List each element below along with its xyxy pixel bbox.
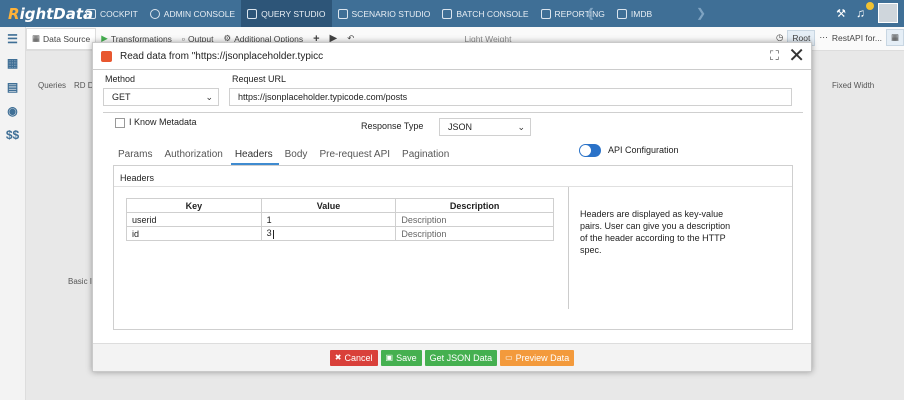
gear-icon bbox=[149, 8, 160, 19]
headers-table: Key Value Description userid 1 Descripti… bbox=[126, 198, 554, 241]
app-logo[interactable]: RightData bbox=[0, 5, 93, 23]
value-input[interactable]: 1 bbox=[260, 212, 397, 227]
tab-pagination[interactable]: Pagination bbox=[402, 149, 455, 165]
column-header-description: Description bbox=[395, 198, 554, 213]
monitor-icon: ▭ bbox=[505, 353, 513, 362]
tab-body[interactable]: Body bbox=[285, 149, 314, 165]
api-configuration-label: API Configuration bbox=[608, 145, 679, 155]
request-url-label: Request URL bbox=[232, 74, 287, 84]
tab-authorization[interactable]: Authorization bbox=[164, 149, 228, 165]
menu-icon[interactable]: ☰ bbox=[0, 27, 25, 51]
nav-batch-console[interactable]: BATCH CONSOLE bbox=[436, 0, 534, 27]
method-label: Method bbox=[105, 74, 136, 84]
request-url-input[interactable]: https://jsonplaceholder.typicode.com/pos… bbox=[229, 88, 792, 106]
globe-icon[interactable]: ◉ bbox=[0, 99, 25, 123]
know-metadata-checkbox[interactable] bbox=[115, 118, 125, 128]
top-nav: RightData COCKPIT ADMIN CONSOLE QUERY ST… bbox=[0, 0, 904, 27]
response-type-label: Response Type bbox=[361, 121, 424, 131]
headers-panel: Headers Key Value Description userid 1 D… bbox=[113, 165, 793, 330]
notification-badge bbox=[866, 2, 874, 10]
dialog-footer: ✖ Cancel ▣ Save Get JSON Data ▭ Preview Dat… bbox=[93, 343, 811, 371]
batch-icon bbox=[442, 8, 453, 19]
cancel-button[interactable]: ✖ Cancel bbox=[329, 349, 378, 366]
divider bbox=[114, 186, 792, 187]
chevron-right-icon[interactable]: ❯ bbox=[696, 6, 706, 20]
panel-icon[interactable]: ▦ bbox=[885, 29, 904, 46]
save-icon: ▣ bbox=[385, 353, 394, 362]
datasource-icon: ▦ bbox=[32, 33, 41, 43]
vertical-divider bbox=[568, 187, 569, 309]
headers-title: Headers bbox=[120, 173, 155, 183]
table-row: id 3 Description bbox=[126, 226, 554, 241]
chevron-down-icon: ⌄ bbox=[517, 122, 525, 132]
tab-params[interactable]: Params bbox=[118, 149, 158, 165]
key-input[interactable]: id bbox=[126, 226, 262, 241]
dollar-icon[interactable]: $$ bbox=[0, 123, 25, 147]
nav-cockpit[interactable]: COCKPIT bbox=[80, 0, 144, 27]
dialog-header: Read data from "https://jsonplaceholder.… bbox=[93, 43, 811, 70]
bg-label-queries: Queries bbox=[38, 81, 67, 90]
tab-data-source[interactable]: ▦ Data Source bbox=[26, 27, 97, 50]
nav-scenario-studio[interactable]: SCENARIO STUDIO bbox=[332, 0, 437, 27]
request-tabs: Params Authorization Headers Body Pre-re… bbox=[118, 149, 461, 165]
text-cursor bbox=[272, 229, 274, 239]
bg-label-basic: Basic I bbox=[68, 277, 93, 286]
dialog-title: Read data from "https://jsonplaceholder.… bbox=[120, 50, 324, 62]
scenario-icon bbox=[337, 8, 348, 19]
nav-reporting[interactable]: REPORTING bbox=[535, 0, 611, 27]
preview-data-button[interactable]: ▭ Preview Data bbox=[500, 349, 575, 366]
api-icon bbox=[101, 50, 112, 62]
nav-imdb[interactable]: IMDB bbox=[611, 0, 658, 27]
toggle-knob bbox=[580, 145, 591, 156]
table-icon[interactable]: ▦ bbox=[0, 51, 25, 75]
read-data-dialog: Read data from "https://jsonplaceholder.… bbox=[92, 42, 812, 372]
table-row: userid 1 Description bbox=[126, 212, 554, 227]
description-input[interactable]: Description bbox=[395, 212, 554, 227]
avatar[interactable] bbox=[878, 3, 898, 23]
nav-admin-console[interactable]: ADMIN CONSOLE bbox=[144, 0, 241, 27]
restapi-breadcrumb[interactable]: RestAPI for... bbox=[832, 33, 882, 43]
more-icon[interactable]: ⋯ bbox=[819, 32, 828, 43]
nav-query-studio[interactable]: QUERY STUDIO bbox=[241, 0, 332, 27]
bell-icon[interactable]: ♫ bbox=[856, 2, 874, 20]
key-input[interactable]: userid bbox=[126, 212, 262, 227]
chart-icon[interactable]: ▤ bbox=[0, 75, 25, 99]
expand-icon[interactable]: ⛶ bbox=[770, 48, 779, 64]
divider bbox=[103, 112, 803, 113]
bg-label-fixed-width: Fixed Width bbox=[832, 81, 875, 90]
report-icon bbox=[540, 8, 551, 19]
grid-icon bbox=[86, 8, 96, 19]
method-select[interactable]: GET ⌄ bbox=[103, 88, 219, 106]
api-configuration-toggle[interactable] bbox=[579, 144, 601, 157]
bg-label-rd: RD D bbox=[74, 81, 94, 90]
table-header-row: Key Value Description bbox=[126, 198, 554, 213]
imdb-icon bbox=[616, 8, 627, 19]
chevron-left-icon[interactable]: ❮ bbox=[585, 6, 595, 20]
save-button[interactable]: ▣ Save bbox=[380, 349, 422, 366]
headers-help-text: Headers are displayed as key-value pairs… bbox=[580, 209, 731, 255]
close-icon[interactable]: ✕ bbox=[788, 44, 805, 68]
tab-headers[interactable]: Headers bbox=[230, 149, 279, 165]
tab-pre-request-api[interactable]: Pre-request API bbox=[319, 149, 396, 165]
value-input[interactable]: 3 bbox=[260, 226, 397, 241]
get-json-data-button[interactable]: Get JSON Data bbox=[424, 349, 498, 366]
chevron-down-icon: ⌄ bbox=[205, 92, 213, 102]
wrench-icon[interactable]: ⚒ bbox=[836, 7, 846, 20]
left-rail: ☰ ▦ ▤ ◉ $$ bbox=[0, 27, 26, 400]
description-input[interactable]: Description bbox=[395, 226, 554, 241]
nav-right-tools: ⚒ ♫ bbox=[836, 2, 898, 23]
column-header-key: Key bbox=[126, 198, 262, 213]
close-icon: ✖ bbox=[334, 353, 342, 362]
response-type-select[interactable]: JSON ⌄ bbox=[439, 118, 531, 136]
database-icon bbox=[247, 8, 258, 19]
column-header-value: Value bbox=[260, 198, 397, 213]
know-metadata-label: I Know Metadata bbox=[129, 117, 197, 127]
